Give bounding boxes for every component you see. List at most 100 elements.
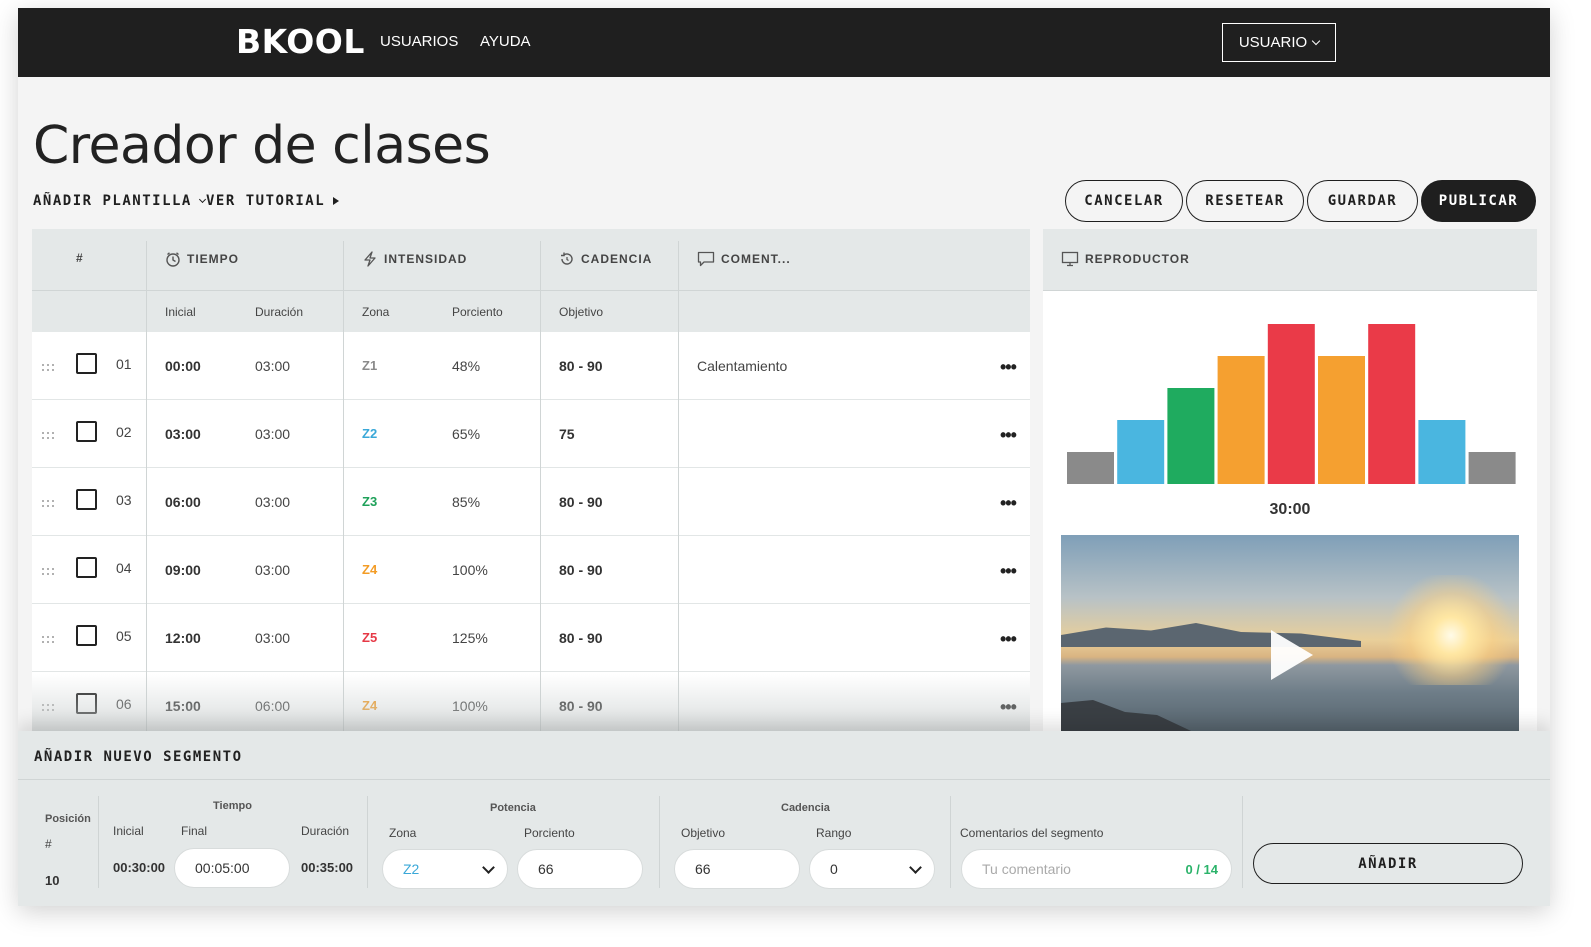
zone-select-value: Z2 [403,861,420,877]
add-segment-panel: AÑADIR NUEVO SEGMENTO Posición # 10 Tiem… [18,731,1550,906]
row-duration[interactable]: 03:00 [255,426,290,442]
header-time: TIEMPO [165,251,239,267]
group-divider [659,796,660,888]
user-menu-button[interactable]: USUARIO [1222,23,1336,62]
header-intensity-label: INTENSIDAD [384,252,468,266]
more-options-icon[interactable]: ••• [1000,629,1017,650]
percent-input[interactable]: 66 [517,849,643,889]
drag-handle-icon[interactable] [42,566,56,576]
row-percent[interactable]: 125% [452,630,488,646]
table-row[interactable]: 01 00:00 03:00 Z1 48% 80 - 90 Calentamiento ••• [32,332,1030,400]
row-duration[interactable]: 03:00 [255,358,290,374]
row-number: 04 [116,560,132,576]
page-title: Creador de clases [33,116,491,176]
add-segment-button[interactable]: AÑADIR [1253,843,1523,884]
row-checkbox[interactable] [76,693,97,714]
play-triangle-icon [333,197,340,205]
row-cadence[interactable]: 75 [559,426,575,442]
zone-select[interactable]: Z2 [382,849,508,889]
more-options-icon[interactable]: ••• [1000,425,1017,446]
range-select[interactable]: 0 [809,849,935,889]
drag-handle-icon[interactable] [42,498,56,508]
add-segment-title: AÑADIR NUEVO SEGMENTO [34,749,243,765]
subheader-target: Objetivo [559,305,604,319]
drag-handle-icon[interactable] [42,430,56,440]
row-percent[interactable]: 65% [452,426,480,442]
row-checkbox[interactable] [76,489,97,510]
row-duration[interactable]: 03:00 [255,630,290,646]
drag-handle-icon[interactable] [42,634,56,644]
target-cadence-input[interactable]: 66 [674,849,800,889]
table-row[interactable]: 02 03:00 03:00 Z2 65% 75 ••• [32,400,1030,468]
row-start-time[interactable]: 06:00 [165,494,201,510]
comment-input[interactable]: Tu comentario 0 / 14 [961,849,1232,889]
more-options-icon[interactable]: ••• [1000,697,1017,718]
row-cadence[interactable]: 80 - 90 [559,630,603,646]
drag-handle-icon[interactable] [42,362,56,372]
video-preview[interactable] [1061,535,1519,734]
header-time-label: TIEMPO [187,252,240,266]
player-panel: REPRODUCTOR 30:00 [1043,229,1537,734]
row-zone[interactable]: Z2 [362,426,377,441]
row-duration[interactable]: 03:00 [255,562,290,578]
more-options-icon[interactable]: ••• [1000,493,1017,514]
table-row[interactable]: 03 06:00 03:00 Z3 85% 80 - 90 ••• [32,468,1030,536]
table-row[interactable]: 04 09:00 03:00 Z4 100% 80 - 90 ••• [32,536,1030,604]
chevron-down-icon [909,861,922,874]
end-time-input[interactable]: 00:05:00 [174,848,290,888]
row-duration[interactable]: 03:00 [255,494,290,510]
group-divider [98,796,99,888]
row-start-time[interactable]: 03:00 [165,426,201,442]
column-divider [540,241,541,734]
row-number: 03 [116,492,132,508]
row-checkbox[interactable] [76,557,97,578]
start-label: Inicial [113,824,144,838]
row-cadence[interactable]: 80 - 90 [559,494,603,510]
row-start-time[interactable]: 12:00 [165,630,201,646]
row-zone[interactable]: Z4 [362,562,377,577]
row-cadence[interactable]: 80 - 90 [559,358,603,374]
view-tutorial-link[interactable]: VER TUTORIAL [206,193,340,209]
mountain-silhouette [1061,623,1361,647]
bkool-logo[interactable]: BKOOL [236,22,365,61]
row-number: 06 [116,696,132,712]
row-percent[interactable]: 85% [452,494,480,510]
row-start-time[interactable]: 15:00 [165,698,201,714]
nav-usuarios[interactable]: USUARIOS [380,33,458,50]
row-checkbox[interactable] [76,625,97,646]
divider [18,779,1550,780]
row-percent[interactable]: 48% [452,358,480,374]
publish-button[interactable]: PUBLICAR [1421,180,1536,222]
row-zone[interactable]: Z5 [362,630,377,645]
table-row[interactable]: 06 15:00 06:00 Z4 100% 80 - 90 ••• [32,672,1030,734]
header-comment: COMENT... [697,251,791,267]
row-checkbox[interactable] [76,421,97,442]
play-icon[interactable] [1271,630,1313,680]
player-title-label: REPRODUCTOR [1085,252,1190,266]
position-hash: # [45,837,52,851]
row-start-time[interactable]: 09:00 [165,562,201,578]
reset-button[interactable]: RESETEAR [1186,180,1304,222]
subheader-percent: Porciento [452,305,503,319]
row-zone[interactable]: Z3 [362,494,377,509]
table-row[interactable]: 05 12:00 03:00 Z5 125% 80 - 90 ••• [32,604,1030,672]
row-percent[interactable]: 100% [452,562,488,578]
row-zone[interactable]: Z1 [362,358,377,373]
row-cadence[interactable]: 80 - 90 [559,698,603,714]
add-template-dropdown[interactable]: AÑADIR PLANTILLA [33,193,206,209]
row-percent[interactable]: 100% [452,698,488,714]
save-button[interactable]: GUARDAR [1307,180,1418,222]
row-checkbox[interactable] [76,353,97,374]
nav-ayuda[interactable]: AYUDA [480,33,531,50]
row-start-time[interactable]: 00:00 [165,358,201,374]
header-cadence-label: CADENCIA [581,252,653,266]
drag-handle-icon[interactable] [42,702,56,712]
row-cadence[interactable]: 80 - 90 [559,562,603,578]
row-duration[interactable]: 06:00 [255,698,290,714]
row-comment[interactable]: Calentamiento [697,358,787,374]
cancel-button[interactable]: CANCELAR [1065,180,1183,222]
more-options-icon[interactable]: ••• [1000,357,1017,378]
sun-glow [1381,575,1519,685]
row-zone[interactable]: Z4 [362,698,377,713]
more-options-icon[interactable]: ••• [1000,561,1017,582]
